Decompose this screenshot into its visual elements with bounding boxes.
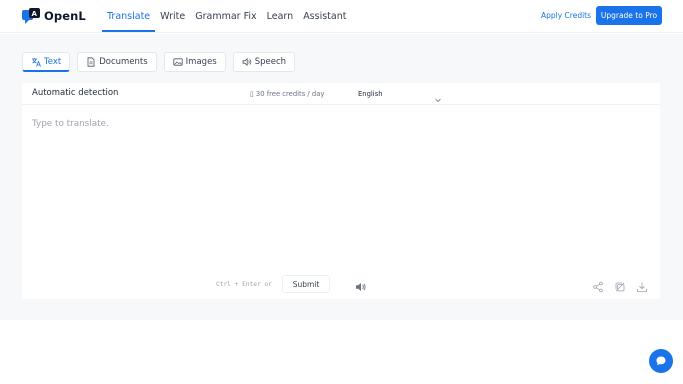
main-nav: Translate Write Grammar Fix Learn Assist… (102, 0, 351, 33)
image-icon (173, 57, 183, 67)
speaker-icon (242, 57, 252, 67)
chevron-down-icon[interactable] (434, 89, 442, 103)
nav-assistant[interactable]: Assistant (298, 0, 351, 33)
source-language-selector[interactable]: Automatic detection (32, 88, 118, 98)
tab-documents[interactable]: Documents (77, 52, 157, 72)
document-icon (86, 57, 96, 67)
openl-logo-icon: A (22, 8, 40, 24)
tab-documents-label: Documents (99, 57, 148, 67)
nav-translate[interactable]: Translate (102, 0, 156, 33)
tab-speech-label: Speech (254, 57, 287, 67)
chat-bubble-icon (655, 352, 667, 371)
translator-panel: Automatic detection ▯ 30 free credits / … (22, 83, 660, 299)
copy-icon[interactable] (614, 278, 626, 292)
text-translate-icon (31, 57, 41, 67)
listen-speaker-icon[interactable] (355, 278, 367, 291)
nav-grammar-fix[interactable]: Grammar Fix (190, 0, 261, 33)
brand-name: OpenL (44, 9, 86, 23)
submit-button[interactable]: Submit (282, 275, 330, 293)
info-icon: ▯ (250, 90, 254, 98)
tab-images-label: Images (185, 57, 217, 67)
nav-write[interactable]: Write (155, 0, 190, 33)
download-icon[interactable] (636, 278, 648, 292)
chat-support-button[interactable] (649, 349, 673, 373)
top-bar: A OpenL Translate Write Grammar Fix Lear… (0, 0, 683, 33)
logo[interactable]: A OpenL (22, 7, 86, 25)
mode-tabs: Text Documents Images Speech (22, 52, 302, 72)
apply-credits-link[interactable]: Apply Credits (541, 11, 591, 20)
credits-note: ▯ 30 free credits / day (250, 90, 324, 98)
share-icon[interactable] (592, 278, 604, 293)
source-text-input[interactable] (32, 119, 332, 259)
svg-text:A: A (32, 10, 38, 18)
tab-speech[interactable]: Speech (232, 52, 296, 72)
credits-note-text: 30 free credits / day (255, 90, 325, 98)
tab-images[interactable]: Images (163, 52, 226, 72)
tab-text[interactable]: Text (22, 52, 71, 72)
tab-text-label: Text (44, 56, 62, 67)
nav-learn[interactable]: Learn (262, 0, 299, 33)
keyboard-shortcut-hint: Ctrl + Enter or (216, 281, 272, 288)
target-language-selector[interactable]: English (358, 90, 383, 98)
upgrade-to-pro-button[interactable]: Upgrade to Pro (596, 6, 662, 25)
